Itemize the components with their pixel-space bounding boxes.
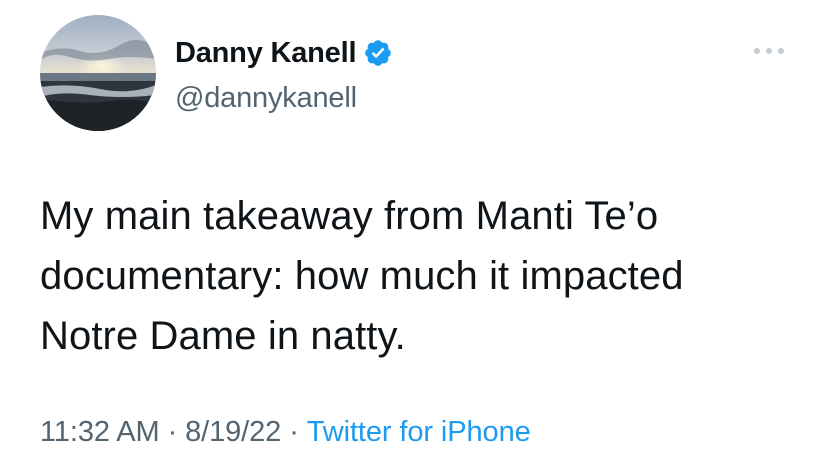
tweet-text-line: documentary: how much it impacted — [40, 254, 684, 298]
tweet-date[interactable]: 8/19/22 — [185, 416, 281, 448]
more-dot — [778, 48, 784, 54]
more-options-icon[interactable] — [754, 44, 784, 58]
more-dot — [766, 48, 772, 54]
author-name-row[interactable]: Danny Kanell — [175, 35, 393, 71]
tweet-text-line: Notre Dame in natty. — [40, 314, 406, 358]
tweet-source-link[interactable]: Twitter for iPhone — [307, 416, 531, 448]
avatar[interactable] — [40, 15, 156, 131]
tweet-metadata: 11:32 AM · 8/19/22 · Twitter for iPhone — [40, 414, 531, 450]
tweet-text-line: My main takeaway from Manti Te’o — [40, 194, 659, 238]
meta-separator: · — [167, 416, 178, 448]
tweet-card: Danny Kanell @dannykanell My main takeaw… — [0, 0, 828, 475]
meta-separator: · — [289, 416, 299, 448]
user-handle[interactable]: @dannykanell — [175, 80, 357, 116]
verified-badge-icon — [363, 38, 393, 68]
display-name[interactable]: Danny Kanell — [175, 35, 357, 71]
tweet-text: My main takeaway from Manti Te’o documen… — [40, 186, 810, 366]
more-dot — [754, 48, 760, 54]
tweet-time[interactable]: 11:32 AM — [40, 416, 160, 448]
avatar-image — [40, 15, 156, 131]
